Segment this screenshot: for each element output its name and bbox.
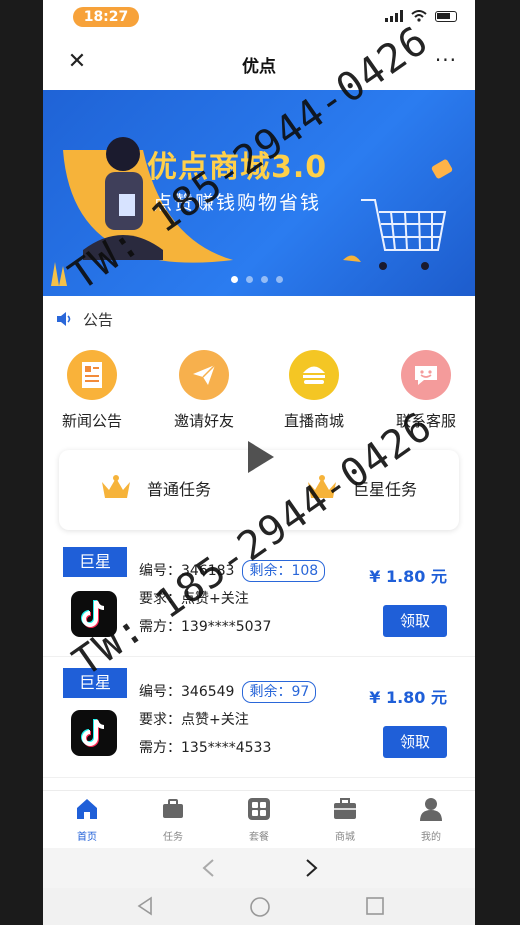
task-item: 巨星 编号：346549 剩余：97 要求：点赞+关注 需方：135****453… bbox=[43, 668, 475, 778]
task-type-label: 巨星任务 bbox=[353, 480, 418, 499]
tab-plans[interactable]: 套餐 bbox=[229, 797, 289, 843]
pager-dot[interactable] bbox=[231, 276, 238, 283]
claim-button[interactable]: 领取 bbox=[383, 726, 447, 758]
crown-icon bbox=[308, 475, 336, 498]
speaker-icon bbox=[57, 312, 71, 326]
task-tag: 巨星 bbox=[63, 547, 127, 577]
store-icon bbox=[334, 798, 356, 819]
task-id-label: 编号： bbox=[139, 563, 181, 579]
requirement-value: 点赞+关注 bbox=[181, 591, 249, 607]
remaining-label: 剩余： bbox=[249, 563, 292, 579]
requirement-label: 要求： bbox=[139, 591, 181, 607]
page-title: 优点 bbox=[242, 57, 276, 77]
tab-store[interactable]: 商城 bbox=[315, 797, 375, 843]
client-label: 需方： bbox=[139, 740, 181, 756]
tab-home[interactable]: 首页 bbox=[57, 797, 117, 843]
more-button[interactable]: ··· bbox=[435, 50, 457, 70]
remaining-count: 108 bbox=[291, 563, 319, 579]
phone-screen: 18:27 ✕ 优点 ··· 优点商城3.0 点赞赚钱购物省钱 公告 新闻公告 … bbox=[43, 0, 475, 925]
announcement-bar[interactable]: 公告 bbox=[55, 306, 113, 332]
home-icon bbox=[77, 799, 97, 819]
tiktok-icon bbox=[71, 710, 117, 756]
banner-pager[interactable] bbox=[231, 276, 283, 283]
remaining-label: 剩余： bbox=[249, 684, 292, 700]
task-price: ¥ 1.80 元 bbox=[369, 688, 447, 707]
client-label: 需方： bbox=[139, 619, 181, 635]
system-recents-icon[interactable] bbox=[365, 896, 385, 916]
forward-arrow-icon[interactable] bbox=[305, 858, 319, 878]
status-icons bbox=[385, 10, 457, 22]
task-info: 编号：346549 剩余：97 要求：点赞+关注 需方：135****4533 bbox=[139, 678, 317, 762]
quick-item-label: 联系客服 bbox=[395, 412, 456, 430]
grid-icon bbox=[248, 798, 270, 820]
requirement-label: 要求： bbox=[139, 712, 181, 728]
quick-item-label: 邀请好友 bbox=[173, 412, 234, 430]
task-tag: 巨星 bbox=[63, 668, 127, 698]
task-id-label: 编号： bbox=[139, 684, 181, 700]
quick-item-label: 直播商城 bbox=[283, 412, 344, 430]
client-phone: 139****5037 bbox=[181, 619, 272, 635]
task-info: 编号：346183 剩余：108 要求：点赞+关注 需方：139****5037 bbox=[139, 557, 326, 641]
system-home-icon[interactable] bbox=[249, 896, 271, 918]
tab-label: 商城 bbox=[335, 832, 355, 843]
browser-nav-bar bbox=[43, 848, 475, 888]
task-item: 巨星 编号：346183 剩余：108 要求：点赞+关注 需方：139****50… bbox=[43, 547, 475, 657]
banner-subtitle: 点赞赚钱购物省钱 bbox=[153, 192, 322, 214]
system-back-icon[interactable] bbox=[135, 896, 155, 916]
tab-label: 首页 bbox=[77, 832, 97, 843]
battery-icon bbox=[435, 10, 457, 22]
signal-icon bbox=[385, 10, 403, 22]
tiktok-icon bbox=[71, 591, 117, 637]
bottom-tab-bar: 首页 任务 套餐 商城 我的 bbox=[43, 790, 475, 848]
back-arrow-icon[interactable] bbox=[201, 858, 215, 878]
task-type-label: 普通任务 bbox=[147, 480, 212, 499]
promo-banner[interactable]: 优点商城3.0 点赞赚钱购物省钱 bbox=[43, 90, 475, 296]
task-id: 346183 bbox=[181, 563, 235, 579]
tab-tasks[interactable]: 任务 bbox=[143, 797, 203, 843]
task-id: 346549 bbox=[181, 684, 235, 700]
pager-dot[interactable] bbox=[261, 276, 268, 283]
remaining-badge: 剩余：97 bbox=[242, 681, 317, 703]
smile-icon bbox=[401, 350, 451, 400]
tab-label: 套餐 bbox=[249, 832, 269, 843]
announcement-label: 公告 bbox=[83, 310, 114, 329]
quick-item-support[interactable]: 联系客服 bbox=[381, 350, 471, 431]
task-price: ¥ 1.80 元 bbox=[369, 567, 447, 586]
system-nav-bar bbox=[43, 888, 475, 925]
play-icon[interactable] bbox=[248, 441, 274, 473]
pager-dot[interactable] bbox=[246, 276, 253, 283]
quick-menu: 新闻公告 邀请好友 直播商城 联系客服 bbox=[43, 350, 475, 440]
news-icon bbox=[67, 350, 117, 400]
burger-icon bbox=[289, 350, 339, 400]
briefcase-icon bbox=[163, 799, 183, 818]
quick-item-news[interactable]: 新闻公告 bbox=[47, 350, 137, 431]
quick-item-invite[interactable]: 邀请好友 bbox=[159, 350, 249, 431]
client-phone: 135****4533 bbox=[181, 740, 272, 756]
tab-label: 我的 bbox=[421, 832, 441, 843]
tab-label: 任务 bbox=[163, 832, 183, 843]
status-time: 18:27 bbox=[73, 7, 139, 27]
pager-dot[interactable] bbox=[276, 276, 283, 283]
requirement-value: 点赞+关注 bbox=[181, 712, 249, 728]
banner-title: 优点商城3.0 bbox=[147, 150, 328, 185]
normal-task-button[interactable]: 普通任务 bbox=[99, 474, 211, 502]
remaining-count: 97 bbox=[291, 684, 310, 700]
user-icon bbox=[420, 798, 442, 821]
quick-item-label: 新闻公告 bbox=[61, 412, 122, 430]
star-task-button[interactable]: 巨星任务 bbox=[305, 474, 417, 502]
status-bar: 18:27 bbox=[43, 0, 475, 34]
quick-item-live-store[interactable]: 直播商城 bbox=[269, 350, 359, 431]
wifi-icon bbox=[411, 10, 427, 22]
tab-profile[interactable]: 我的 bbox=[401, 797, 461, 843]
paper-plane-icon bbox=[179, 350, 229, 400]
crown-icon bbox=[102, 475, 130, 498]
remaining-badge: 剩余：108 bbox=[242, 560, 326, 582]
claim-button[interactable]: 领取 bbox=[383, 605, 447, 637]
title-bar: ✕ 优点 ··· bbox=[43, 34, 475, 90]
